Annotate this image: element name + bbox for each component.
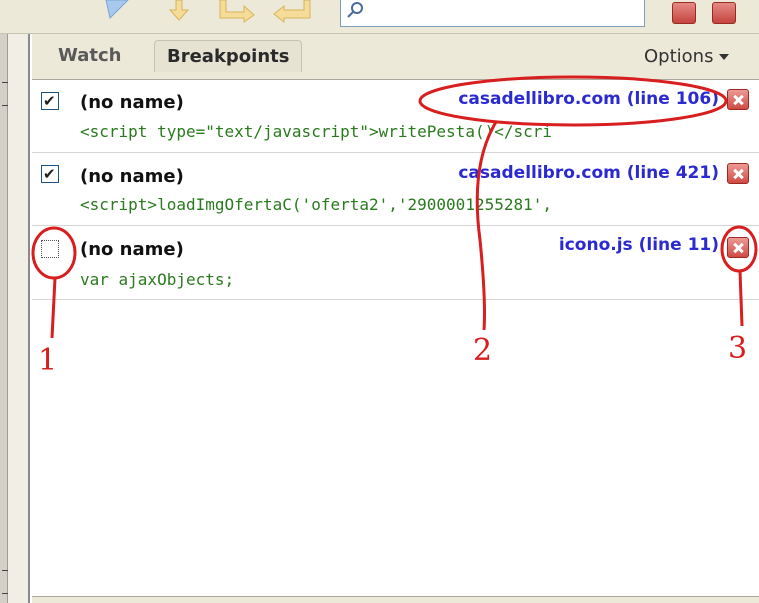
- annotation-label-3: 3: [728, 331, 748, 366]
- annotation-overlay: [31, 75, 758, 339]
- annotation-ellipse-checkbox: [31, 226, 77, 280]
- annotation-label-1: 1: [38, 343, 58, 378]
- annotation-ellipse-location: [418, 75, 728, 127]
- annotation-label-2: 2: [473, 333, 493, 368]
- annotation-ellipse-delete: [720, 225, 758, 273]
- annotation-line-1: [50, 277, 57, 339]
- annotation-line-3: [738, 270, 744, 327]
- annotation-line-2: [475, 121, 498, 331]
